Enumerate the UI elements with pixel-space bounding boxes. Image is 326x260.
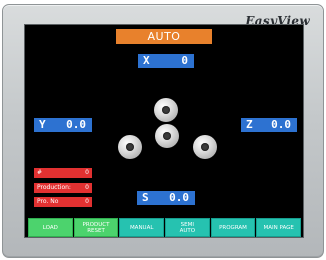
z-axis-display[interactable]: Z 0.0 bbox=[241, 118, 297, 132]
roller-left-icon bbox=[118, 135, 142, 159]
product-reset-button[interactable]: PRODUCT RESET bbox=[73, 218, 119, 237]
counter-production: Production: 0 bbox=[34, 183, 92, 193]
x-axis-label: X bbox=[143, 54, 150, 67]
semi-auto-button[interactable]: SEMI AUTO bbox=[165, 218, 210, 237]
counter-program-number: Pro. No 0 bbox=[34, 197, 92, 207]
s-axis-value: 0.0 bbox=[169, 191, 189, 204]
counter-production-label: Production: bbox=[37, 184, 71, 191]
counter-production-value: 0 bbox=[85, 184, 89, 191]
counter-count-value: 0 bbox=[85, 169, 89, 176]
s-axis-display[interactable]: S 0.0 bbox=[137, 191, 195, 205]
y-axis-label: Y bbox=[39, 118, 46, 131]
y-axis-display[interactable]: Y 0.0 bbox=[34, 118, 92, 132]
counter-count: # 0 bbox=[34, 168, 92, 178]
s-axis-label: S bbox=[142, 191, 149, 204]
load-button[interactable]: LOAD bbox=[28, 218, 73, 237]
main-page-button[interactable]: MAIN PAGE bbox=[256, 218, 302, 237]
function-button-bar: LOAD PRODUCT RESET MANUAL SEMI AUTO PROG… bbox=[28, 218, 302, 237]
program-button[interactable]: PROGRAM bbox=[210, 218, 256, 237]
roller-top-icon bbox=[154, 98, 178, 122]
roller-right-icon bbox=[193, 135, 217, 159]
z-axis-value: 0.0 bbox=[271, 118, 291, 131]
screen-title: AUTO bbox=[116, 29, 212, 44]
manual-button[interactable]: MANUAL bbox=[119, 218, 165, 237]
counter-program-number-value: 0 bbox=[85, 198, 89, 205]
counter-program-number-label: Pro. No bbox=[37, 198, 59, 205]
z-axis-label: Z bbox=[246, 118, 253, 131]
y-axis-value: 0.0 bbox=[66, 118, 86, 131]
roller-center-icon bbox=[155, 124, 179, 148]
x-axis-value: 0 bbox=[181, 54, 188, 67]
x-axis-display[interactable]: X 0 bbox=[138, 54, 194, 68]
counter-count-label: # bbox=[37, 169, 43, 176]
